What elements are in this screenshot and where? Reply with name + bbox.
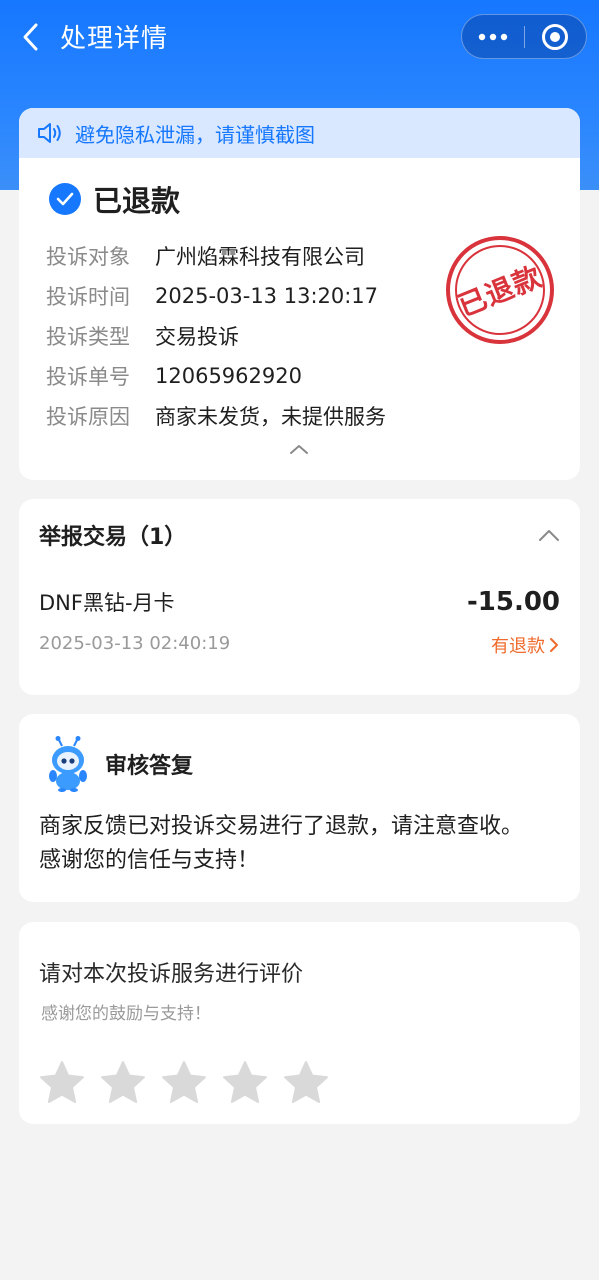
rating-subtitle: 感谢您的鼓励与支持！ [41, 1004, 211, 1024]
robot-mascot-icon [49, 736, 87, 792]
back-chevron-icon [23, 23, 38, 51]
refund-status-text: 有退款 [491, 636, 545, 657]
star-icon[interactable] [283, 1060, 329, 1106]
info-list: 投诉对象 广州焰霖科技有限公司 投诉时间 2025-03-13 13:20:17… [46, 236, 386, 436]
transactions-toggle-button[interactable] [536, 523, 562, 547]
star-icon[interactable] [222, 1060, 268, 1106]
info-label: 投诉类型 [46, 325, 130, 349]
review-reply-card: 审核答复 商家反馈已对投诉交易进行了退款，请注意查收。感谢您的信任与支持！ [19, 714, 580, 902]
info-value: 12065962920 [155, 364, 302, 388]
transaction-name: DNF黑钻-月卡 [39, 591, 175, 615]
transactions-title: 举报交易（1） [39, 525, 187, 550]
info-row: 投诉时间 2025-03-13 13:20:17 [46, 276, 386, 316]
speaker-icon [38, 123, 61, 143]
mini-program-capsule [461, 14, 587, 59]
info-label: 投诉对象 [46, 245, 130, 269]
info-label: 投诉单号 [46, 365, 130, 389]
stamp-text: 已退款 [454, 259, 548, 323]
privacy-notice-text: 避免隐私泄漏，请谨慎截图 [75, 122, 315, 147]
transaction-amount: -15.00 [466, 587, 560, 617]
back-button[interactable] [14, 20, 46, 54]
refunded-stamp: 已退款 [446, 236, 554, 344]
reply-title: 审核答复 [105, 754, 194, 779]
reported-transactions-card: 举报交易（1） DNF黑钻-月卡 -15.00 2025-03-13 02:40… [19, 499, 580, 695]
page-title: 处理详情 [60, 24, 169, 54]
info-value: 商家未发货，未提供服务 [155, 405, 386, 429]
rating-stars [39, 1060, 344, 1106]
close-mini-program-button[interactable] [524, 15, 586, 58]
info-value: 2025-03-13 13:20:17 [155, 284, 379, 308]
transaction-item[interactable]: DNF黑钻-月卡 -15.00 2025-03-13 02:40:19 有退款 [19, 577, 580, 667]
info-row: 投诉单号 12065962920 [46, 356, 386, 396]
privacy-notice: 避免隐私泄漏，请谨慎截图 [19, 108, 580, 158]
more-dots-icon [478, 33, 507, 40]
info-row: 投诉对象 广州焰霖科技有限公司 [46, 236, 386, 276]
more-button[interactable] [462, 15, 524, 58]
status-row: 已退款 [49, 178, 180, 220]
chevron-right-icon [550, 638, 558, 652]
star-icon[interactable] [100, 1060, 146, 1106]
info-value: 广州焰霖科技有限公司 [155, 245, 365, 269]
info-row: 投诉原因 商家未发货，未提供服务 [46, 396, 386, 436]
star-icon[interactable] [161, 1060, 207, 1106]
refund-status-link[interactable]: 有退款 [491, 632, 560, 658]
target-close-icon [542, 23, 569, 50]
complaint-detail-card: 避免隐私泄漏，请谨慎截图 已退款 投诉对象 广州焰霖科技有限公司 投诉时间 20… [19, 108, 580, 480]
info-label: 投诉原因 [46, 405, 130, 429]
navigation-bar: 处理详情 [0, 0, 599, 76]
status-text: 已退款 [93, 184, 181, 218]
collapse-info-button[interactable] [285, 438, 313, 460]
reply-body: 商家反馈已对投诉交易进行了退款，请注意查收。感谢您的信任与支持！ [39, 814, 524, 873]
info-row: 投诉类型 交易投诉 [46, 316, 386, 356]
info-value: 交易投诉 [155, 325, 239, 349]
transaction-time: 2025-03-13 02:40:19 [39, 633, 231, 654]
check-circle-icon [49, 183, 81, 215]
chevron-up-icon [290, 445, 308, 454]
star-icon[interactable] [39, 1060, 85, 1106]
info-label: 投诉时间 [46, 285, 130, 309]
rating-card: 请对本次投诉服务进行评价 感谢您的鼓励与支持！ [19, 922, 580, 1124]
rating-title: 请对本次投诉服务进行评价 [39, 962, 304, 987]
chevron-up-icon [539, 530, 559, 541]
